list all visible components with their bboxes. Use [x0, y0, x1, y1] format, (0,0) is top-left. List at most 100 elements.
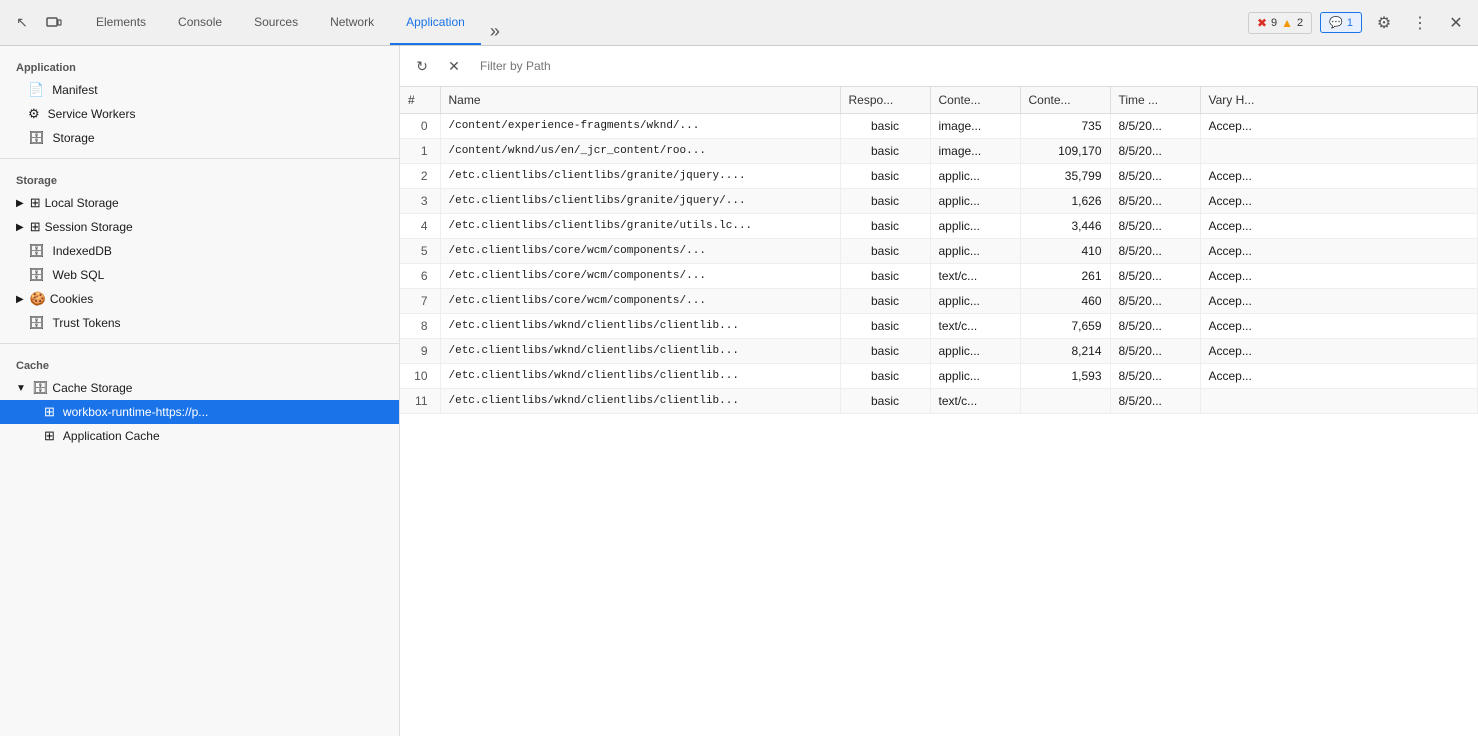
cell-num: 2	[400, 164, 440, 189]
websql-icon: 🗄	[28, 267, 45, 283]
cell-vary: Accep...	[1200, 339, 1478, 364]
cell-content-length	[1020, 389, 1110, 414]
cell-content-type: text/c...	[930, 314, 1020, 339]
table-row[interactable]: 3 /etc.clientlibs/clientlibs/granite/jqu…	[400, 189, 1478, 214]
more-tabs-button[interactable]: »	[481, 17, 509, 45]
table-row[interactable]: 10 /etc.clientlibs/wknd/clientlibs/clien…	[400, 364, 1478, 389]
cell-num: 5	[400, 239, 440, 264]
indexeddb-label: IndexedDB	[53, 244, 112, 258]
messages-count: 1	[1347, 17, 1353, 29]
col-header-vary[interactable]: Vary H...	[1200, 87, 1478, 114]
cell-content-length: 7,659	[1020, 314, 1110, 339]
sidebar-item-workbox[interactable]: ⊞ workbox-runtime-https://p...	[0, 400, 399, 424]
cell-vary: Accep...	[1200, 289, 1478, 314]
sidebar-item-storage-label: Storage	[53, 131, 95, 145]
cache-table: # Name Respo... Conte... Conte... Time .…	[400, 87, 1478, 414]
table-row[interactable]: 1 /content/wknd/us/en/_jcr_content/roo..…	[400, 139, 1478, 164]
cell-time: 8/5/20...	[1110, 239, 1200, 264]
cache-storage-expand-icon: ▼	[16, 383, 26, 394]
service-workers-icon: ⚙	[28, 106, 40, 122]
col-header-response[interactable]: Respo...	[840, 87, 930, 114]
table-row[interactable]: 6 /etc.clientlibs/core/wcm/components/..…	[400, 264, 1478, 289]
sidebar-item-session-storage[interactable]: ▶ ⊞ Session Storage	[0, 215, 399, 239]
warning-icon: ▲	[1281, 16, 1293, 30]
cell-time: 8/5/20...	[1110, 189, 1200, 214]
cell-content-length: 735	[1020, 114, 1110, 139]
tab-list: Elements Console Sources Network Applica…	[80, 0, 509, 45]
data-table: # Name Respo... Conte... Conte... Time .…	[400, 87, 1478, 736]
col-header-time[interactable]: Time ...	[1110, 87, 1200, 114]
sidebar-item-storage[interactable]: 🗄 Storage	[0, 126, 399, 150]
workbox-label: workbox-runtime-https://p...	[63, 405, 208, 419]
warnings-count: 2	[1297, 17, 1303, 29]
sidebar-item-local-storage[interactable]: ▶ ⊞ Local Storage	[0, 191, 399, 215]
cell-content-length: 35,799	[1020, 164, 1110, 189]
more-options-button[interactable]: ⋮	[1406, 9, 1434, 37]
cell-num: 8	[400, 314, 440, 339]
cell-vary: Accep...	[1200, 239, 1478, 264]
cursor-tool-button[interactable]: ↖	[8, 9, 36, 37]
col-header-content-type[interactable]: Conte...	[930, 87, 1020, 114]
errors-badge[interactable]: ✖ 9 ▲ 2	[1248, 12, 1312, 34]
refresh-button[interactable]: ↻	[408, 54, 436, 78]
cell-response: basic	[840, 139, 930, 164]
cell-name: /etc.clientlibs/wknd/clientlibs/clientli…	[440, 364, 840, 389]
cell-time: 8/5/20...	[1110, 164, 1200, 189]
session-storage-grid-icon: ⊞	[30, 219, 41, 235]
storage-icon: 🗄	[28, 130, 45, 146]
table-row[interactable]: 8 /etc.clientlibs/wknd/clientlibs/client…	[400, 314, 1478, 339]
sidebar-item-websql[interactable]: 🗄 Web SQL	[0, 263, 399, 287]
storage-section-header: Storage	[0, 167, 399, 191]
cell-name: /etc.clientlibs/core/wcm/components/...	[440, 289, 840, 314]
col-header-name[interactable]: Name	[440, 87, 840, 114]
device-toggle-button[interactable]	[40, 9, 68, 37]
cell-vary: Accep...	[1200, 164, 1478, 189]
sidebar-item-cache-storage[interactable]: ▼ 🗄 Cache Storage	[0, 376, 399, 400]
tab-console[interactable]: Console	[162, 0, 238, 45]
tab-network[interactable]: Network	[314, 0, 390, 45]
cache-storage-icon: 🗄	[32, 380, 49, 396]
tab-sources[interactable]: Sources	[238, 0, 314, 45]
application-section-header: Application	[0, 54, 399, 78]
cell-name: /etc.clientlibs/core/wcm/components/...	[440, 239, 840, 264]
sidebar-item-trust-tokens[interactable]: 🗄 Trust Tokens	[0, 311, 399, 335]
main-container: Application 📄 Manifest ⚙ Service Workers…	[0, 46, 1478, 736]
cell-vary: Accep...	[1200, 189, 1478, 214]
tab-application[interactable]: Application	[390, 0, 481, 45]
sidebar-item-cookies[interactable]: ▶ 🍪 Cookies	[0, 287, 399, 311]
sidebar-item-service-workers[interactable]: ⚙ Service Workers	[0, 102, 399, 126]
cell-content-length: 1,593	[1020, 364, 1110, 389]
table-row[interactable]: 9 /etc.clientlibs/wknd/clientlibs/client…	[400, 339, 1478, 364]
tab-elements[interactable]: Elements	[80, 0, 162, 45]
trust-tokens-icon: 🗄	[28, 315, 45, 331]
sidebar-item-indexeddb[interactable]: 🗄 IndexedDB	[0, 239, 399, 263]
cell-num: 10	[400, 364, 440, 389]
close-button[interactable]: ✕	[1442, 9, 1470, 37]
indexeddb-icon: 🗄	[28, 243, 45, 259]
table-row[interactable]: 4 /etc.clientlibs/clientlibs/granite/uti…	[400, 214, 1478, 239]
cell-response: basic	[840, 214, 930, 239]
table-row[interactable]: 7 /etc.clientlibs/core/wcm/components/..…	[400, 289, 1478, 314]
sidebar-divider-1	[0, 158, 399, 159]
cell-time: 8/5/20...	[1110, 264, 1200, 289]
sidebar-item-manifest[interactable]: 📄 Manifest	[0, 78, 399, 102]
settings-button[interactable]: ⚙	[1370, 9, 1398, 37]
table-row[interactable]: 11 /etc.clientlibs/wknd/clientlibs/clien…	[400, 389, 1478, 414]
cookies-expand-icon: ▶	[16, 294, 24, 305]
table-row[interactable]: 0 /content/experience-fragments/wknd/...…	[400, 114, 1478, 139]
cell-num: 1	[400, 139, 440, 164]
cell-content-type: applic...	[930, 239, 1020, 264]
sidebar-item-app-cache[interactable]: ⊞ Application Cache	[0, 424, 399, 448]
cell-num: 3	[400, 189, 440, 214]
clear-button[interactable]: ✕	[440, 54, 468, 78]
col-header-content-length[interactable]: Conte...	[1020, 87, 1110, 114]
table-row[interactable]: 2 /etc.clientlibs/clientlibs/granite/jqu…	[400, 164, 1478, 189]
messages-badge[interactable]: 💬 1	[1320, 12, 1362, 33]
cell-time: 8/5/20...	[1110, 314, 1200, 339]
cell-response: basic	[840, 364, 930, 389]
cache-storage-label: Cache Storage	[52, 381, 132, 395]
cell-response: basic	[840, 314, 930, 339]
table-row[interactable]: 5 /etc.clientlibs/core/wcm/components/..…	[400, 239, 1478, 264]
col-header-num: #	[400, 87, 440, 114]
filter-input[interactable]	[472, 55, 1470, 77]
